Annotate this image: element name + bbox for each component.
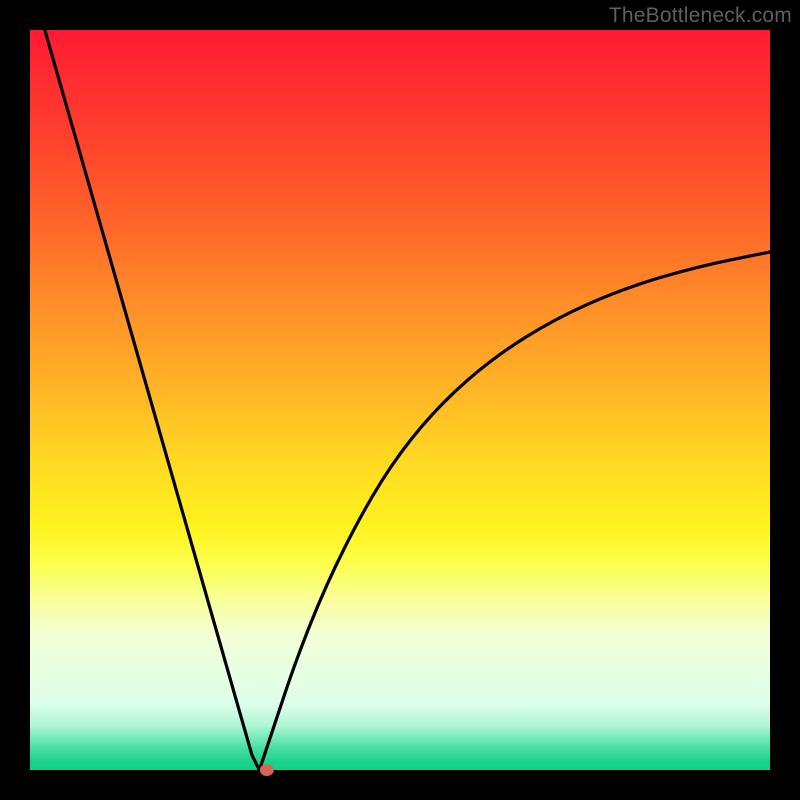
- plot-area: [30, 30, 770, 770]
- curve-left: [45, 30, 260, 770]
- curve-svg: [30, 30, 770, 770]
- attribution-text: TheBottleneck.com: [609, 4, 792, 28]
- chart-frame: TheBottleneck.com: [0, 0, 800, 800]
- marker-dot: [260, 764, 274, 776]
- curve-right: [259, 252, 770, 770]
